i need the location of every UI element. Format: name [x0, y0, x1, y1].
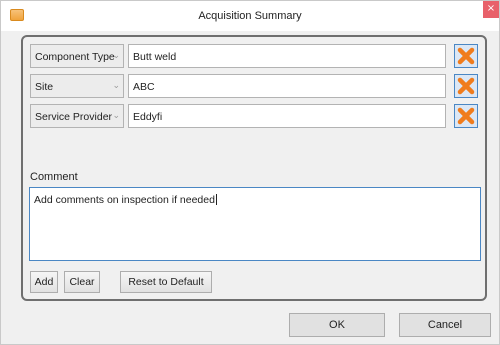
- dialog-window: Acquisition Summary × Component Type ⌄ B…: [0, 0, 500, 345]
- remove-x-icon: [457, 47, 475, 65]
- dropdown-label: Service Provider: [35, 111, 113, 123]
- reset-to-default-button[interactable]: Reset to Default: [120, 271, 212, 293]
- service-provider-dropdown[interactable]: Service Provider ⌄: [30, 104, 124, 128]
- summary-panel: Component Type ⌄ Butt weld Site ⌄ ABC Se…: [21, 35, 487, 301]
- chevron-down-icon: ⌄: [112, 50, 120, 60]
- chevron-down-icon: ⌄: [112, 80, 120, 90]
- site-value-input[interactable]: ABC: [128, 74, 446, 98]
- site-dropdown[interactable]: Site ⌄: [30, 74, 124, 98]
- add-button[interactable]: Add: [30, 271, 58, 293]
- comment-textarea[interactable]: Add comments on inspection if needed: [29, 187, 481, 261]
- field-value: ABC: [133, 81, 155, 93]
- remove-site-button[interactable]: [454, 74, 478, 98]
- field-row-component-type: Component Type ⌄ Butt weld: [30, 44, 480, 70]
- cancel-button[interactable]: Cancel: [399, 313, 491, 337]
- remove-component-type-button[interactable]: [454, 44, 478, 68]
- service-provider-value-input[interactable]: Eddyfi: [128, 104, 446, 128]
- chevron-down-icon: ⌄: [112, 110, 120, 120]
- comment-label: Comment: [30, 171, 78, 183]
- remove-service-provider-button[interactable]: [454, 104, 478, 128]
- dropdown-label: Site: [35, 81, 54, 93]
- field-row-service-provider: Service Provider ⌄ Eddyfi: [30, 104, 480, 130]
- remove-x-icon: [457, 107, 475, 125]
- component-type-dropdown[interactable]: Component Type ⌄: [30, 44, 124, 68]
- dropdown-label: Component Type: [35, 51, 115, 63]
- close-button[interactable]: ×: [483, 1, 499, 18]
- field-value: Eddyfi: [133, 111, 163, 123]
- text-cursor: [215, 194, 217, 205]
- field-value: Butt weld: [133, 51, 177, 63]
- title-bar: Acquisition Summary ×: [1, 1, 499, 31]
- field-row-site: Site ⌄ ABC: [30, 74, 480, 100]
- remove-x-icon: [457, 77, 475, 95]
- component-type-value-input[interactable]: Butt weld: [128, 44, 446, 68]
- clear-button[interactable]: Clear: [64, 271, 100, 293]
- ok-button[interactable]: OK: [289, 313, 385, 337]
- comment-text: Add comments on inspection if needed: [34, 194, 217, 206]
- window-title: Acquisition Summary: [198, 10, 302, 22]
